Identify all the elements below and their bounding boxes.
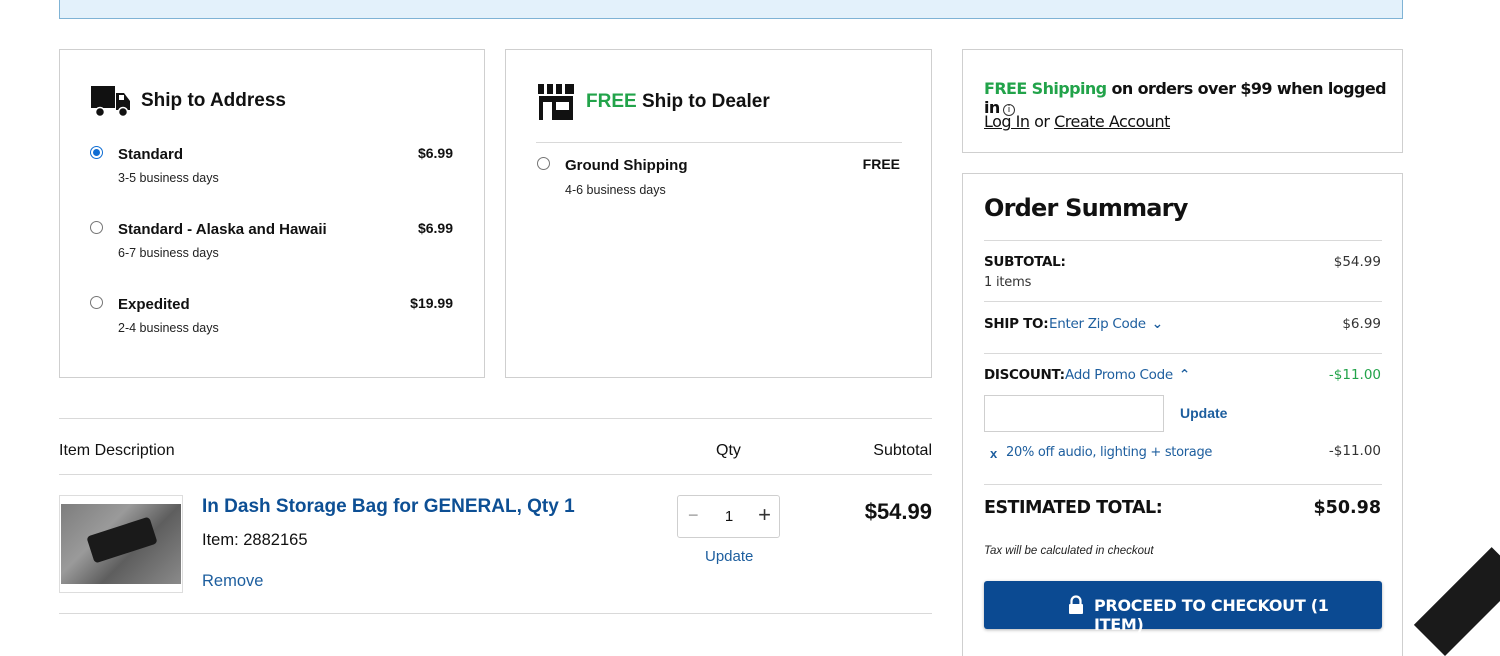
- applied-coupon: 20% off audio, lighting + storage: [1006, 445, 1213, 460]
- info-banner: [59, 0, 1403, 19]
- option-price: $19.99: [410, 295, 453, 311]
- ship-to-address-card: Ship to Address Standard 3-5 business da…: [59, 49, 485, 378]
- option-name: Expedited: [118, 296, 190, 313]
- order-summary-card: Order Summary SUBTOTAL: 1 items $54.99 S…: [962, 173, 1403, 656]
- option-name: Standard - Alaska and Hawaii: [118, 221, 327, 238]
- remove-link[interactable]: Remove: [202, 572, 263, 591]
- subtotal-items: 1 items: [984, 275, 1032, 290]
- free-shipping-label: FREE Shipping: [984, 79, 1107, 98]
- quantity-stepper: − 1 +: [677, 495, 780, 538]
- storage-bag-image: [86, 516, 158, 564]
- subtotal-value: $54.99: [1333, 254, 1381, 270]
- promo-code-input[interactable]: [984, 395, 1164, 432]
- cart-bottom-divider: [59, 613, 932, 614]
- lock-icon: [1068, 595, 1084, 615]
- item-number: Item: 2882165: [202, 531, 308, 549]
- option-name: Standard: [118, 146, 184, 163]
- ship-to-label: SHIP TO:: [984, 316, 1049, 332]
- standard-radio[interactable]: [90, 146, 103, 159]
- or-text: or: [1029, 112, 1055, 131]
- item-subtotal: $54.99: [864, 499, 932, 524]
- cart-top-divider: [59, 418, 932, 419]
- free-shipping-card: FREE Shipping on orders over $99 when lo…: [962, 49, 1403, 153]
- alaska-hawaii-radio[interactable]: [90, 221, 103, 234]
- divider: [536, 142, 902, 143]
- option-name: Ground Shipping: [565, 157, 688, 174]
- discount-label: DISCOUNT:: [984, 367, 1065, 383]
- free-label: FREE: [586, 91, 637, 112]
- product-name-link[interactable]: In Dash Storage Bag for GENERAL, Qty 1: [202, 496, 575, 518]
- add-promo-link[interactable]: Add Promo Code ⌃: [1065, 367, 1190, 383]
- qty-input[interactable]: 1: [723, 508, 735, 525]
- header-divider: [59, 474, 932, 475]
- enter-zip-text: Enter Zip Code: [1049, 316, 1146, 332]
- divider: [984, 484, 1382, 485]
- product-thumbnail[interactable]: [59, 495, 183, 593]
- estimated-total-value: $50.98: [1313, 498, 1381, 518]
- promo-update-button[interactable]: Update: [1180, 405, 1227, 421]
- chevron-up-icon: ⌃: [1178, 367, 1190, 383]
- expedited-radio[interactable]: [90, 296, 103, 309]
- tax-note: Tax will be calculated in checkout: [984, 545, 1154, 557]
- login-link[interactable]: Log In: [984, 112, 1030, 131]
- option-days: 2-4 business days: [118, 321, 219, 335]
- shipping-value: $6.99: [1342, 316, 1381, 332]
- ship-to-dealer-title: FREE Ship to Dealer: [586, 91, 770, 113]
- option-price: $6.99: [417, 145, 453, 161]
- order-summary-title: Order Summary: [984, 194, 1188, 222]
- feedback-tab[interactable]: [1413, 547, 1500, 656]
- option-price: $6.99: [417, 220, 453, 236]
- divider: [984, 301, 1382, 302]
- subtotal-header: Subtotal: [873, 442, 932, 459]
- create-account-link[interactable]: Create Account: [1054, 112, 1170, 131]
- estimated-total-label: ESTIMATED TOTAL:: [984, 498, 1163, 518]
- ship-to-dealer-label: Ship to Dealer: [636, 91, 770, 112]
- product-image: [61, 504, 181, 584]
- truck-icon: [91, 84, 131, 123]
- proceed-to-checkout-button[interactable]: PROCEED TO CHECKOUT (1 ITEM): [984, 581, 1382, 634]
- store-icon: [537, 83, 575, 126]
- ship-to-dealer-card: FREE Ship to Dealer Ground Shipping 4-6 …: [505, 49, 932, 378]
- qty-update-link[interactable]: Update: [705, 548, 753, 565]
- qty-header: Qty: [716, 442, 741, 459]
- discount-value: -$11.00: [1328, 367, 1381, 383]
- option-days: 4-6 business days: [565, 183, 666, 197]
- auth-links: Log In or Create Account: [984, 112, 1170, 131]
- option-days: 6-7 business days: [118, 246, 219, 260]
- checkout-label: PROCEED TO CHECKOUT (1 ITEM): [1094, 596, 1329, 634]
- enter-zip-link[interactable]: Enter Zip Code ⌄: [1049, 316, 1163, 332]
- option-price: FREE: [862, 156, 900, 172]
- subtotal-label: SUBTOTAL:: [984, 254, 1066, 270]
- divider: [984, 240, 1382, 241]
- coupon-value: -$11.00: [1328, 443, 1381, 459]
- ground-shipping-radio[interactable]: [537, 157, 550, 170]
- chevron-down-icon: ⌄: [1151, 316, 1163, 332]
- option-days: 3-5 business days: [118, 171, 219, 185]
- qty-increase-button[interactable]: +: [758, 502, 771, 528]
- add-promo-text: Add Promo Code: [1065, 367, 1173, 383]
- remove-coupon-icon[interactable]: x: [990, 446, 997, 461]
- divider: [984, 353, 1382, 354]
- qty-decrease-button[interactable]: −: [688, 505, 699, 526]
- item-description-header: Item Description: [59, 442, 175, 459]
- ship-to-address-title: Ship to Address: [141, 90, 286, 111]
